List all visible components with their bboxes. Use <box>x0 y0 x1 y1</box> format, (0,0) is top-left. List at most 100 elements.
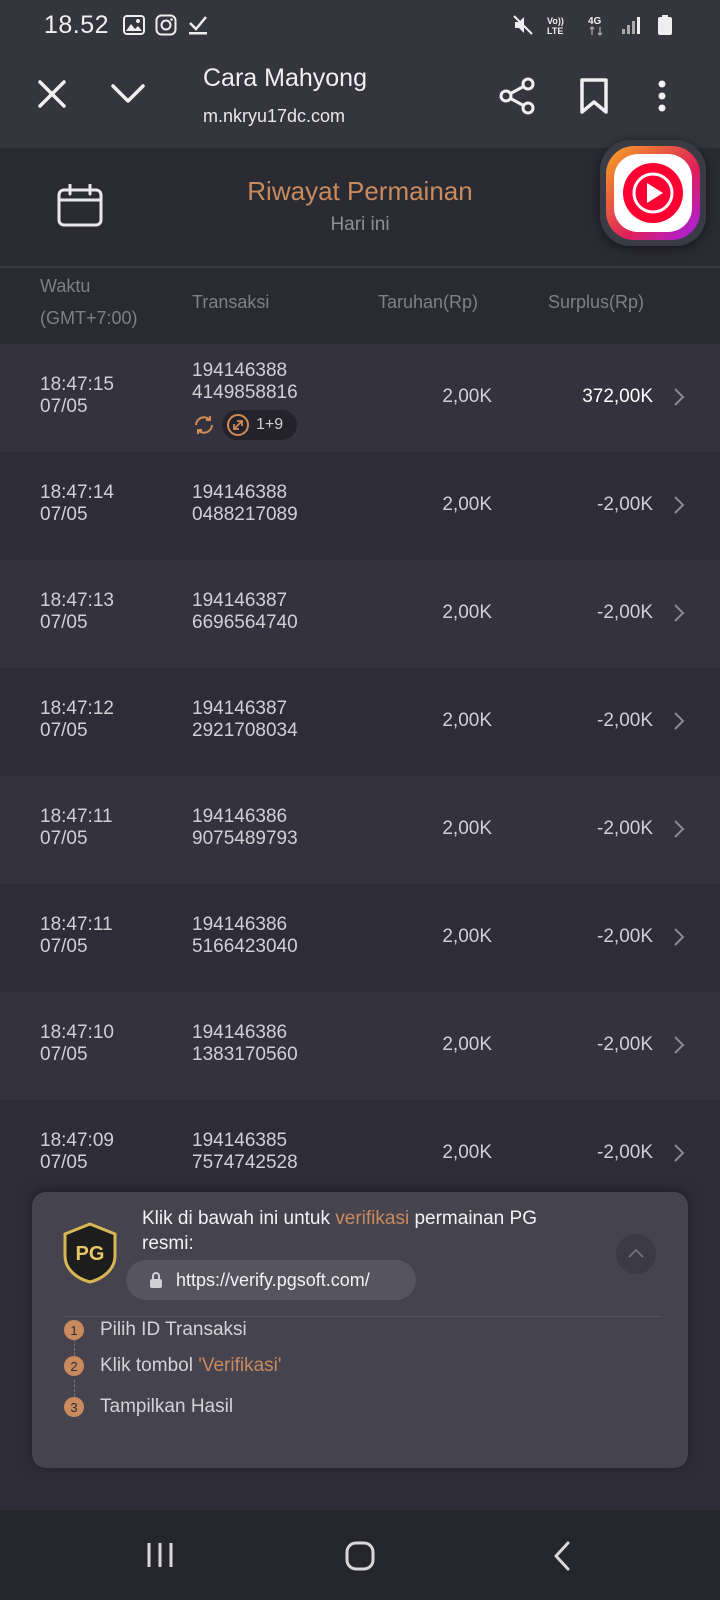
row-surplus: -2,00K <box>597 1142 653 1163</box>
svg-text:Vo)): Vo)) <box>547 16 564 26</box>
table-row[interactable]: 18:47:14 07/05 194146388 0488217089 2,00K … <box>0 452 720 560</box>
row-date: 07/05 <box>40 504 88 525</box>
mute-icon <box>512 14 534 36</box>
column-surplus: Surplus(Rp) <box>548 292 645 312</box>
row-tx-id: 6696564740 <box>192 612 298 633</box>
row-tx-id: 194146385 <box>192 1130 288 1151</box>
svg-text:LTE: LTE <box>547 26 563 36</box>
column-time: Waktu <box>40 276 91 296</box>
table-row[interactable]: 18:47:15 07/05 194146388 4149858816 1+9 2,… <box>0 344 720 452</box>
free-spin-icon <box>192 413 216 437</box>
row-surplus: -2,00K <box>597 1034 653 1055</box>
chevron-down-icon[interactable] <box>108 76 148 112</box>
row-time: 18:47:10 <box>40 1022 114 1043</box>
row-time: 18:47:11 <box>40 914 113 935</box>
row-time: 18:47:12 <box>40 698 114 719</box>
chevron-right-icon <box>672 818 686 840</box>
gallery-icon <box>123 14 146 36</box>
browser-toolbar: Cara Mahyong m.nkryu17dc.com <box>0 50 720 148</box>
step-label: Tampilkan Hasil <box>100 1396 234 1417</box>
verify-url-link[interactable]: https://verify.pgsoft.com/ <box>126 1260 416 1300</box>
row-tags: 1+9 <box>192 410 298 440</box>
step-label: Klik tombol <box>100 1355 199 1376</box>
column-bet: Taruhan(Rp) <box>378 292 479 312</box>
status-time: 18.52 <box>44 10 110 39</box>
row-tx-id: 194146386 <box>192 1022 288 1043</box>
table-row[interactable]: 18:47:11 07/05 194146386 5166423040 2,00K … <box>0 884 720 992</box>
step-2: 2 Klik tombol 'Verifikasi' <box>64 1355 282 1377</box>
verify-highlight: verifikasi <box>335 1208 410 1229</box>
4g-icon: 4G <box>586 14 608 36</box>
step-3: 3 Tampilkan Hasil <box>64 1396 233 1418</box>
column-transaction: Transaksi <box>192 292 270 312</box>
chevron-right-icon <box>672 602 686 624</box>
row-bet: 2,00K <box>442 818 492 839</box>
volte-icon: Vo)) LTE <box>546 14 574 36</box>
row-bet: 2,00K <box>442 926 492 947</box>
step-number: 2 <box>64 1356 84 1376</box>
row-tx-id: 194146386 <box>192 806 288 827</box>
table-row[interactable]: 18:47:13 07/05 194146387 6696564740 2,00K … <box>0 560 720 668</box>
table-row[interactable]: 18:47:11 07/05 194146386 9075489793 2,00K … <box>0 776 720 884</box>
row-tx-id: 194146387 <box>192 590 288 611</box>
row-surplus: 372,00K <box>582 386 653 407</box>
chevron-right-icon <box>672 1034 686 1056</box>
status-bar: 18.52 Vo)) LTE 4G <box>0 0 720 50</box>
signal-icon <box>620 14 642 36</box>
share-icon[interactable] <box>498 76 538 116</box>
row-bet: 2,00K <box>442 1034 492 1055</box>
chevron-right-icon <box>672 710 686 732</box>
step-number: 1 <box>64 1320 84 1340</box>
chevron-right-icon <box>672 926 686 948</box>
history-list: 18:47:15 07/05 194146388 4149858816 1+9 2,… <box>0 344 720 1208</box>
home-icon[interactable] <box>344 1540 376 1572</box>
step-highlight: 'Verifikasi' <box>198 1355 282 1376</box>
row-time: 18:47:09 <box>40 1130 114 1151</box>
row-tx-id: 4149858816 <box>192 382 298 403</box>
lock-icon <box>150 1272 162 1288</box>
row-bet: 2,00K <box>442 1142 492 1163</box>
expand-arrows-icon <box>226 413 250 437</box>
row-tx-id: 5166423040 <box>192 936 298 957</box>
row-bet: 2,00K <box>442 494 492 515</box>
row-date: 07/05 <box>40 828 88 849</box>
row-tx-id: 194146386 <box>192 914 288 935</box>
download-done-icon <box>187 14 209 36</box>
step-1: 1 Pilih ID Transaksi <box>64 1314 247 1346</box>
row-bet: 2,00K <box>442 602 492 623</box>
bookmark-icon[interactable] <box>578 76 610 116</box>
row-surplus: -2,00K <box>597 818 653 839</box>
bonus-pill: 1+9 <box>222 410 298 440</box>
row-surplus: -2,00K <box>597 710 653 731</box>
row-surplus: -2,00K <box>597 602 653 623</box>
row-tx-id: 9075489793 <box>192 828 298 849</box>
table-row[interactable]: 18:47:12 07/05 194146387 2921708034 2,00K … <box>0 668 720 776</box>
row-tx-id: 194146388 <box>192 360 288 381</box>
back-icon[interactable] <box>552 1540 572 1572</box>
svg-text:4G: 4G <box>588 16 602 27</box>
close-icon[interactable] <box>34 76 70 112</box>
pg-shield-logo: PG <box>62 1222 118 1284</box>
page-url[interactable]: m.nkryu17dc.com <box>203 106 345 127</box>
youtube-music-icon <box>623 163 683 223</box>
row-date: 07/05 <box>40 612 88 633</box>
row-tx-id: 194146387 <box>192 698 288 719</box>
row-time: 18:47:11 <box>40 806 113 827</box>
chevron-up-icon <box>628 1248 644 1258</box>
row-time: 18:47:14 <box>40 482 114 503</box>
floating-app-bubble[interactable] <box>600 140 706 246</box>
collapse-button[interactable] <box>616 1234 656 1274</box>
battery-icon <box>654 14 676 36</box>
pg-badge-text: PG <box>76 1243 105 1265</box>
row-bet: 2,00K <box>442 710 492 731</box>
chevron-right-icon <box>672 386 686 408</box>
column-timezone: (GMT+7:00) <box>40 308 138 328</box>
more-options-icon[interactable] <box>654 76 670 116</box>
verify-description: Klik di bawah ini untuk verifikasi perma… <box>142 1208 537 1254</box>
recent-apps-icon[interactable] <box>146 1542 174 1568</box>
system-nav-bar <box>0 1510 720 1600</box>
row-tx-id: 2921708034 <box>192 720 298 741</box>
row-surplus: -2,00K <box>597 494 653 515</box>
chevron-right-icon <box>672 1142 686 1164</box>
table-row[interactable]: 18:47:10 07/05 194146386 1383170560 2,00K … <box>0 992 720 1100</box>
